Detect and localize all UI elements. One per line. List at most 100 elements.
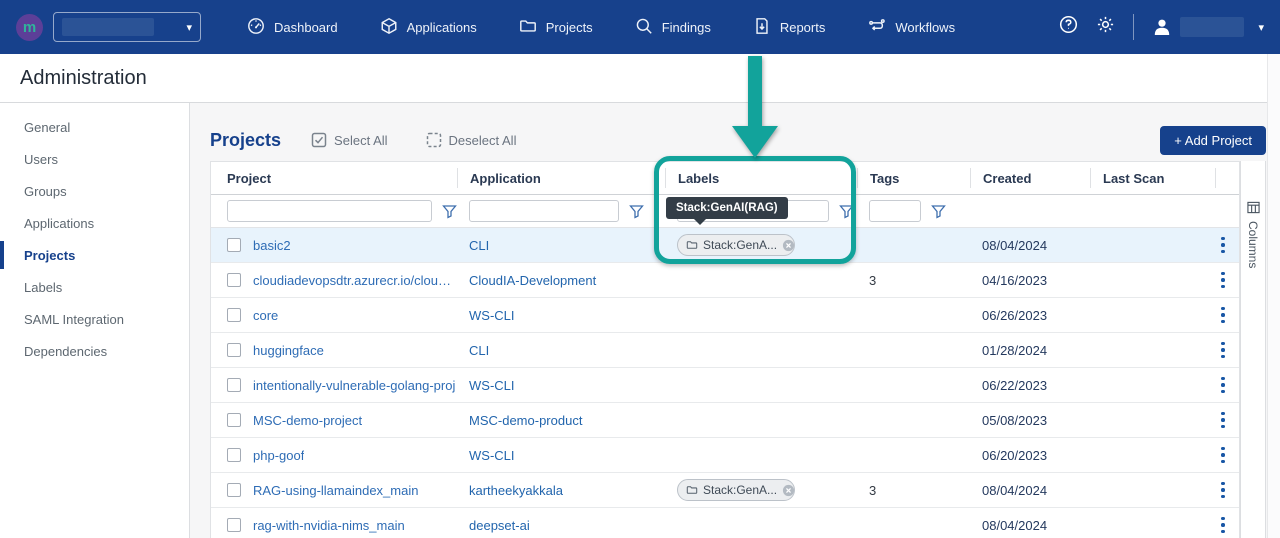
username-redacted [1180, 17, 1244, 37]
sidebar-item-applications[interactable]: Applications [0, 207, 189, 239]
sidebar-item-dependencies[interactable]: Dependencies [0, 335, 189, 367]
scrollbar-track[interactable] [1267, 54, 1280, 538]
row-checkbox[interactable] [227, 308, 241, 322]
add-project-button[interactable]: + Add Project [1160, 126, 1266, 155]
application-link[interactable]: WS-CLI [469, 448, 515, 463]
filter-funnel-icon[interactable] [839, 204, 854, 219]
dashed-checkbox-icon [426, 132, 442, 148]
table-row: php-goofWS-CLI06/20/2023 [211, 438, 1239, 473]
remove-label-icon[interactable] [782, 484, 795, 497]
row-menu-kebab-icon[interactable] [1215, 515, 1231, 536]
row-checkbox[interactable] [227, 343, 241, 357]
user-menu[interactable]: ▾ [1152, 17, 1264, 37]
nav-item-findings[interactable]: Findings [635, 17, 711, 38]
row-menu-kebab-icon[interactable] [1215, 340, 1231, 361]
row-menu-kebab-icon[interactable] [1215, 270, 1231, 291]
project-link[interactable]: RAG-using-llamaindex_main [253, 483, 418, 498]
row-checkbox[interactable] [227, 273, 241, 287]
project-filter-input[interactable] [227, 200, 432, 222]
application-link[interactable]: deepset-ai [469, 518, 530, 533]
row-checkbox[interactable] [227, 413, 241, 427]
row-menu-kebab-icon[interactable] [1215, 375, 1231, 396]
row-menu-kebab-icon[interactable] [1215, 445, 1231, 466]
organization-select[interactable]: ▾ [53, 12, 201, 42]
application-link[interactable]: WS-CLI [469, 308, 515, 323]
project-link[interactable]: intentionally-vulnerable-golang-proj [253, 378, 455, 393]
row-menu-kebab-icon[interactable] [1215, 235, 1231, 256]
created-date: 06/22/2023 [982, 378, 1047, 393]
applications-cube-icon [380, 17, 398, 38]
settings-gear-icon[interactable] [1096, 15, 1115, 39]
row-checkbox[interactable] [227, 448, 241, 462]
nav-item-dashboard[interactable]: Dashboard [247, 17, 338, 38]
columns-tab-label: Columns [1246, 221, 1260, 268]
main-content: Projects Select All Deselect All + Add P… [190, 103, 1280, 538]
label-chip[interactable]: Stack:GenA... [677, 234, 795, 256]
tags-filter-input[interactable] [869, 200, 921, 222]
sidebar-item-saml-integration[interactable]: SAML Integration [0, 303, 189, 335]
project-link[interactable]: basic2 [253, 238, 291, 253]
project-link[interactable]: MSC-demo-project [253, 413, 362, 428]
row-menu-kebab-icon[interactable] [1215, 410, 1231, 431]
application-link[interactable]: CloudIA-Development [469, 273, 596, 288]
created-date: 04/16/2023 [982, 273, 1047, 288]
created-date: 01/28/2024 [982, 343, 1047, 358]
nav-item-label: Reports [780, 20, 826, 35]
column-header-labels[interactable]: Labels [665, 168, 857, 188]
nav-item-workflows[interactable]: Workflows [867, 17, 955, 38]
application-link[interactable]: MSC-demo-product [469, 413, 582, 428]
sidebar-item-projects[interactable]: Projects [0, 239, 189, 271]
application-link[interactable]: CLI [469, 343, 489, 358]
sidebar-item-labels[interactable]: Labels [0, 271, 189, 303]
nav-item-label: Findings [662, 20, 711, 35]
table-header-row: Project Application Labels Tags Created … [211, 162, 1239, 195]
nav-item-projects[interactable]: Projects [519, 17, 593, 38]
deselect-all-button[interactable]: Deselect All [426, 132, 517, 148]
filter-funnel-icon[interactable] [442, 204, 457, 219]
row-checkbox[interactable] [227, 518, 241, 532]
sidebar-item-label: Labels [24, 280, 62, 295]
application-link[interactable]: WS-CLI [469, 378, 515, 393]
columns-side-tab[interactable]: Columns [1240, 161, 1266, 538]
sidebar-item-label: Users [24, 152, 58, 167]
row-menu-kebab-icon[interactable] [1215, 480, 1231, 501]
chevron-down-icon: ▾ [1258, 21, 1264, 34]
row-menu-kebab-icon[interactable] [1215, 305, 1231, 326]
project-link[interactable]: core [253, 308, 278, 323]
column-header-application[interactable]: Application [457, 168, 665, 188]
row-checkbox[interactable] [227, 238, 241, 252]
remove-label-icon[interactable] [782, 239, 795, 252]
nav-item-label: Projects [546, 20, 593, 35]
project-link[interactable]: rag-with-nvidia-nims_main [253, 518, 405, 533]
select-all-button[interactable]: Select All [311, 132, 387, 148]
findings-search-icon [635, 17, 653, 38]
filter-funnel-icon[interactable] [629, 204, 644, 219]
row-checkbox[interactable] [227, 378, 241, 392]
column-header-last-scan[interactable]: Last Scan [1090, 168, 1215, 188]
created-date: 08/04/2024 [982, 483, 1047, 498]
sidebar-item-general[interactable]: General [0, 111, 189, 143]
row-checkbox[interactable] [227, 483, 241, 497]
nav-item-label: Workflows [895, 20, 955, 35]
application-link[interactable]: kartheekyakkala [469, 483, 563, 498]
filter-funnel-icon[interactable] [931, 204, 946, 219]
project-link[interactable]: php-goof [253, 448, 304, 463]
nav-item-reports[interactable]: Reports [753, 17, 826, 38]
nav-item-applications[interactable]: Applications [380, 17, 477, 38]
sidebar-item-label: Applications [24, 216, 94, 231]
nav-item-label: Applications [407, 20, 477, 35]
sidebar-item-users[interactable]: Users [0, 143, 189, 175]
table-row: coreWS-CLI06/26/2023 [211, 298, 1239, 333]
project-link[interactable]: cloudiadevopsdtr.azurecr.io/cloudia/ [253, 273, 457, 288]
label-chip[interactable]: Stack:GenA... [677, 479, 795, 501]
column-header-created[interactable]: Created [970, 168, 1090, 188]
column-header-project[interactable]: Project [211, 168, 457, 188]
sidebar-item-groups[interactable]: Groups [0, 175, 189, 207]
column-header-tags[interactable]: Tags [857, 168, 970, 188]
page-title: Administration [20, 67, 147, 90]
application-link[interactable]: CLI [469, 238, 489, 253]
organization-name-redacted [62, 18, 154, 36]
project-link[interactable]: huggingface [253, 343, 324, 358]
application-filter-input[interactable] [469, 200, 619, 222]
help-icon[interactable] [1059, 15, 1078, 39]
